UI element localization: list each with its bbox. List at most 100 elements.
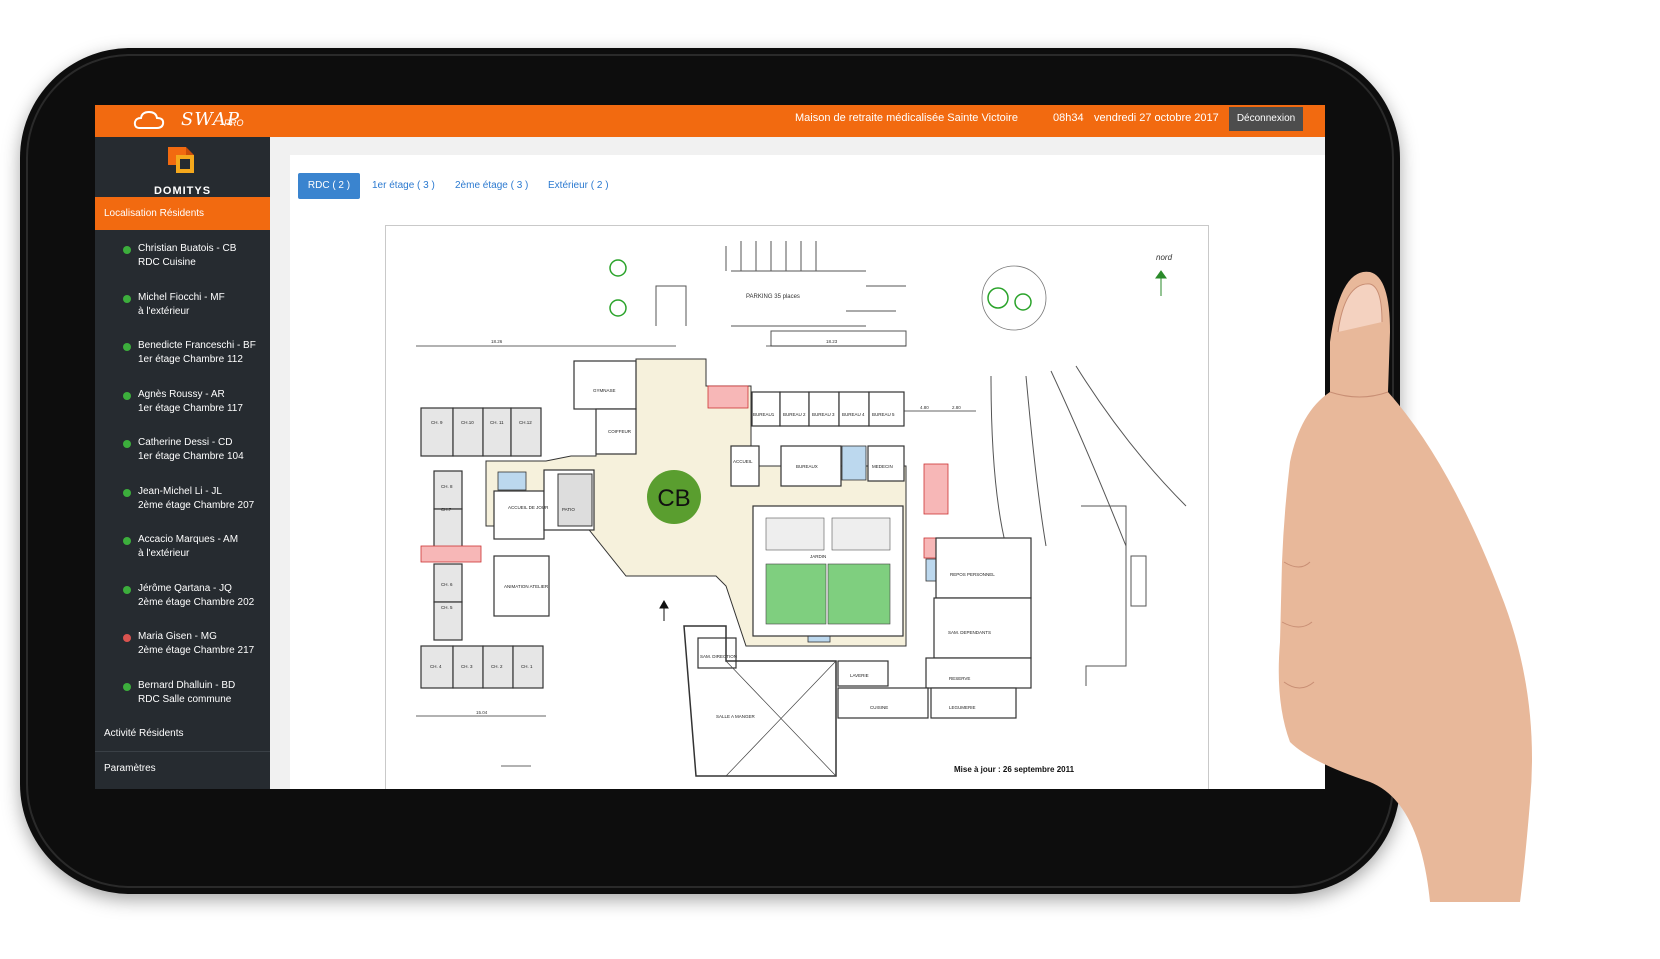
room-label: CH. 6	[441, 582, 453, 587]
room-label: REPOS PERSONNEL	[950, 572, 995, 577]
room-label: CH.7	[441, 507, 452, 512]
resident-location: 1er étage Chambre 104	[138, 451, 244, 462]
hand-image	[1278, 271, 1532, 902]
resident-location: 2ème étage Chambre 202	[138, 597, 255, 608]
status-dot	[123, 440, 131, 448]
patio-area	[557, 473, 593, 527]
resident-location: à l'extérieur	[138, 306, 190, 317]
update-note: Mise à jour : 26 septembre 2011	[954, 765, 1075, 774]
room-label: CH. 3	[461, 664, 473, 669]
resident-name: Christian Buatois - CB	[138, 243, 237, 254]
current-time: 08h34	[1053, 112, 1084, 124]
status-dot	[123, 537, 131, 545]
garden-grid	[831, 517, 891, 551]
room-label: CH.10	[461, 420, 474, 425]
cloud-icon	[133, 110, 165, 129]
north-label: nord	[1156, 253, 1173, 262]
room-label: CH. 2	[491, 664, 503, 669]
parking-label: PARKING 35 places	[746, 294, 800, 300]
room-label: BUREAU 4	[842, 412, 865, 417]
logout-button[interactable]: Déconnexion	[1229, 107, 1303, 131]
status-dot	[123, 392, 131, 400]
status-dot	[123, 586, 131, 594]
lawn	[765, 563, 827, 625]
nav-activite-residents[interactable]: Activité Résidents	[95, 718, 270, 750]
room-label: CH.12	[519, 420, 532, 425]
resident-marker-label: CB	[657, 485, 690, 512]
app-screen: SWAP PRO Maison de retraite médicalisée …	[95, 105, 1325, 789]
resident-name: Michel Fiocchi - MF	[138, 292, 225, 303]
resident-location: 2ème étage Chambre 217	[138, 645, 255, 656]
resident-name: Jean-Michel Li - JL	[138, 486, 222, 497]
room-label: SAM. DEPENDANTS	[948, 630, 991, 635]
resident-location: 1er étage Chambre 117	[138, 403, 243, 414]
resident-location: 2ème étage Chambre 207	[138, 500, 255, 511]
room-label: CH. 8	[441, 484, 453, 489]
tab-1er-etage[interactable]: 1er étage ( 3 )	[372, 173, 435, 199]
status-dot	[123, 683, 131, 691]
room-label: BUREAUX	[796, 464, 818, 469]
resident-location: RDC Salle commune	[138, 694, 232, 705]
room-label: RESERVE	[949, 676, 970, 681]
dimension-label: 18.26	[491, 339, 503, 344]
room-label: BUREAU1	[753, 412, 775, 417]
room-label: LEGUMERIE	[949, 705, 976, 710]
tab-exterieur[interactable]: Extérieur ( 2 )	[548, 173, 609, 199]
room-label: SAM. DIRECTION	[700, 654, 737, 659]
room-label: GYMNASE	[593, 388, 616, 393]
room-label: MEDECIN	[872, 464, 893, 469]
room-label: CH. 5	[441, 605, 453, 610]
resident-name: Maria Gisen - MG	[138, 631, 217, 642]
nav-parametres[interactable]: Paramètres	[95, 753, 270, 785]
room-label: ACCUEIL	[733, 459, 753, 464]
entrance-arrow-icon	[659, 599, 669, 621]
nav-localisation-residents[interactable]: Localisation Résidents	[95, 197, 270, 230]
status-dot	[123, 343, 131, 351]
garden-grid	[765, 517, 825, 551]
domitys-logo: DOMITYS	[95, 145, 270, 197]
room-label: CUISINE	[870, 705, 888, 710]
resident-name: Jérôme Qartana - JQ	[138, 583, 232, 594]
floor-plan[interactable]: PARKING 35 places nord 18.26 18.23 15.04…	[385, 225, 1209, 789]
room-label: SALLE A MANGER	[716, 714, 756, 719]
floor-plan-drawing: PARKING 35 places nord 18.26 18.23 15.04…	[416, 241, 1187, 777]
facility-name: Maison de retraite médicalisée Sainte Vi…	[795, 112, 1018, 124]
room-label: CH. 9	[431, 420, 443, 425]
dimension-label: 2.80	[952, 405, 961, 410]
current-date: vendredi 27 octobre 2017	[1094, 112, 1219, 124]
room-label: CH. 11	[490, 420, 504, 425]
lawn	[827, 563, 891, 625]
status-dot	[123, 295, 131, 303]
resident-name: Benedicte Franceschi - BF	[138, 340, 256, 351]
resident-name: Agnès Roussy - AR	[138, 389, 225, 400]
north-arrow-icon	[1155, 270, 1167, 296]
room-label: COIFFEUR	[608, 429, 632, 434]
resident-name: Catherine Dessi - CD	[138, 437, 233, 448]
room-label: ACCUEIL DE JOUR	[508, 505, 549, 510]
room-label: ANIMATION ATELIER	[504, 584, 549, 589]
status-dot	[123, 489, 131, 497]
tab-rdc[interactable]: RDC ( 2 )	[298, 173, 360, 199]
dimension-label: 18.23	[826, 339, 838, 344]
dimension-label: 15.04	[476, 710, 488, 715]
logo-text: DOMITYS	[153, 185, 212, 197]
room-label: CH. 4	[430, 664, 442, 669]
resident-location: 1er étage Chambre 112	[138, 354, 243, 365]
room-label: CH. 1	[521, 664, 533, 669]
room-label: JARDIN	[810, 554, 826, 559]
nav-divider	[95, 751, 270, 752]
sidebar: DOMITYS Localisation Résidents Christian…	[95, 137, 270, 789]
room-label: PATIO	[562, 507, 575, 512]
dimension-label: 4.80	[920, 405, 929, 410]
resident-name: Bernard Dhalluin - BD	[138, 680, 236, 691]
app-brand-suffix: PRO	[224, 118, 244, 128]
status-dot	[123, 634, 131, 642]
tab-2eme-etage[interactable]: 2ème étage ( 3 )	[455, 173, 528, 199]
room-label: BUREAU 2	[783, 412, 806, 417]
room-label: BUREAU 5	[872, 412, 895, 417]
room-label: BUREAU 3	[812, 412, 835, 417]
top-bar: SWAP PRO Maison de retraite médicalisée …	[95, 105, 1325, 137]
resident-name: Accacio Marques - AM	[138, 534, 239, 545]
room-label: LAVERIE	[850, 673, 869, 678]
main-content: RDC ( 2 ) 1er étage ( 3 ) 2ème étage ( 3…	[290, 155, 1325, 789]
